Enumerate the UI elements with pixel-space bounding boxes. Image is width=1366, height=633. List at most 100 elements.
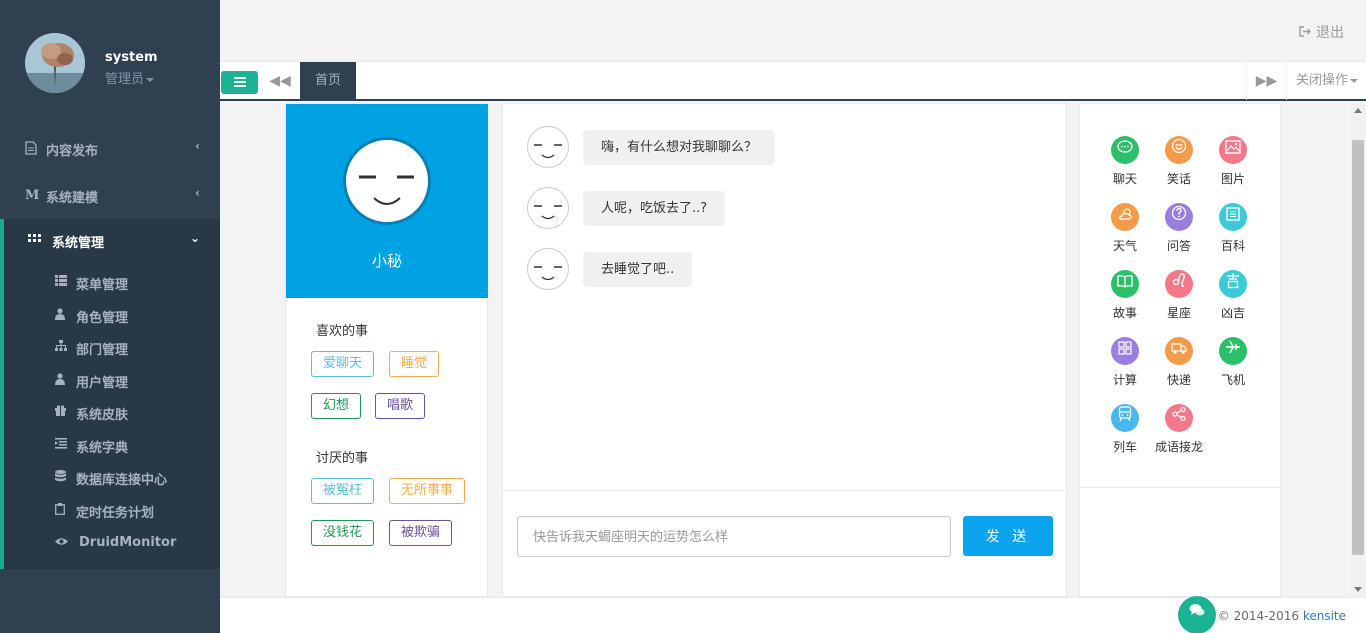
hamburger-icon [234, 77, 246, 79]
grid-icon [28, 233, 42, 249]
logout-button[interactable]: 退出 [1298, 22, 1344, 42]
chevron-left-icon: ‹ [195, 139, 200, 153]
dislike-tag[interactable]: 被欺骗 [389, 520, 453, 546]
footer-link[interactable]: kensite [1303, 609, 1346, 623]
skill-fortune[interactable]: 凶吉 [1206, 270, 1260, 330]
submenu-item-role-management[interactable]: 角色管理 [4, 299, 220, 331]
menu-toggle-button[interactable] [221, 71, 258, 94]
skill-express[interactable]: 快递 [1152, 337, 1206, 397]
train-icon [1111, 404, 1139, 432]
submenu-item-druid-monitor[interactable]: DruidMonitor [4, 527, 220, 559]
sidebar-item-label: 系统建模 [46, 191, 99, 206]
scroll-up-arrow-icon[interactable] [1354, 108, 1362, 113]
skill-constellation[interactable]: 星座 [1152, 270, 1206, 330]
chat-input[interactable] [517, 516, 951, 557]
skill-qa[interactable]: 问答 [1152, 203, 1206, 263]
chevron-down-icon: ⌄ [189, 231, 200, 245]
submenu-item-user-management[interactable]: 用户管理 [4, 364, 220, 396]
send-button[interactable]: 发 送 [963, 516, 1053, 556]
like-tag[interactable]: 睡觉 [389, 351, 440, 377]
like-tag[interactable]: 爱聊天 [311, 351, 375, 377]
skill-calculate[interactable]: 计算 [1098, 337, 1152, 397]
chat-message-bubble: 嗨，有什么想对我聊聊么？ [583, 130, 776, 165]
robot-header: 小秘 [286, 104, 488, 298]
chat-bubble-icon [1111, 136, 1139, 164]
sidebar-item-content-publish[interactable]: 内容发布 ‹ [0, 127, 220, 171]
robot-face-icon [343, 137, 431, 225]
robot-avatar [527, 126, 569, 168]
footer: © 2014-2016 kensite [220, 596, 1366, 633]
skill-label: 飞机 [1220, 373, 1245, 387]
airplane-icon [1219, 337, 1247, 365]
sidebar-item-system-modeling[interactable]: M 系统建模 ‹ [0, 174, 220, 218]
scroll-down-arrow-icon[interactable] [1354, 587, 1362, 592]
submenu-item-system-skin[interactable]: 系统皮肤 [4, 396, 220, 428]
user-icon [55, 308, 69, 322]
caret-down-icon [1350, 78, 1359, 83]
calculator-icon [1111, 337, 1139, 365]
submenu-item-label: 菜单管理 [76, 278, 129, 293]
list-icon [55, 275, 69, 289]
close-operations-dropdown[interactable]: 关闭操作 [1286, 62, 1366, 100]
skill-chat[interactable]: 聊天 [1098, 136, 1152, 196]
avatar[interactable] [25, 33, 85, 93]
skill-story[interactable]: 故事 [1098, 270, 1152, 330]
divider [1080, 487, 1280, 488]
profile-role-dropdown[interactable]: 管理员 [105, 68, 155, 87]
skill-picture[interactable]: 图片 [1206, 136, 1260, 196]
skill-flight[interactable]: 飞机 [1206, 337, 1260, 397]
dislike-tag[interactable]: 没钱花 [311, 520, 375, 546]
skill-label: 图片 [1220, 172, 1245, 186]
sidebar-item-system-management[interactable]: 系统管理 ⌄ [0, 219, 220, 263]
sitemap-icon [55, 340, 69, 354]
tab-scroll-left-button[interactable]: ◀◀ [260, 62, 300, 100]
likes-title: 喜欢的事 [316, 324, 369, 339]
page-scrollbar[interactable] [1350, 103, 1366, 597]
submenu-item-system-dictionary[interactable]: 系统字典 [4, 429, 220, 461]
submenu-item-menu-management[interactable]: 菜单管理 [4, 266, 220, 298]
close-operations-label: 关闭操作 [1296, 73, 1349, 88]
truck-icon [1165, 337, 1193, 365]
sidebar-item-label: 内容发布 [46, 144, 99, 159]
submenu-item-scheduled-tasks[interactable]: 定时任务计划 [4, 494, 220, 526]
chat-panel: 嗨，有什么想对我聊聊么？ 人呢，吃饭去了..? 去睡觉了吧.. 发 送 [502, 103, 1067, 597]
book-list-icon [1219, 203, 1247, 231]
like-tag[interactable]: 唱歌 [375, 393, 426, 419]
eye-icon [55, 536, 69, 550]
submenu-item-department-management[interactable]: 部门管理 [4, 331, 220, 363]
sidebar: system 管理员 内容发布 ‹ M 系统建模 ‹ 系统管理 ⌄ 菜单管理 角… [0, 0, 220, 633]
profile-block: system 管理员 [0, 0, 220, 125]
skill-label: 百科 [1220, 239, 1245, 253]
clipboard-icon [55, 503, 69, 517]
submenu-item-database-center[interactable]: 数据库连接中心 [4, 461, 220, 493]
top-navbar: 退出 [220, 0, 1366, 61]
skill-train[interactable]: 列车 [1098, 404, 1152, 464]
m-icon: M [25, 188, 40, 203]
like-tag[interactable]: 幻想 [311, 393, 362, 419]
dislike-tag[interactable]: 被冤枉 [311, 478, 375, 504]
chat-float-button[interactable] [1178, 596, 1216, 633]
question-icon [1165, 203, 1193, 231]
skills-panel: 聊天 笑话 图片 天气 问答 百科 故事 星座 凶吉 计算 快递 飞机 列车 成… [1079, 103, 1281, 597]
double-right-icon: ▶▶ [1255, 73, 1278, 89]
skill-weather[interactable]: 天气 [1098, 203, 1152, 263]
skill-joke[interactable]: 笑话 [1152, 136, 1206, 196]
tab-home[interactable]: 首页 [300, 62, 356, 100]
dislikes-title: 讨厌的事 [316, 451, 369, 466]
smile-icon [1165, 136, 1193, 164]
picture-icon [1219, 136, 1247, 164]
dislike-tag[interactable]: 无所事事 [389, 478, 466, 504]
skill-idiom-chain[interactable]: 成语接龙 [1152, 404, 1206, 464]
submenu-item-label: 用户管理 [76, 376, 129, 391]
chat-message-bubble: 人呢，吃饭去了..? [583, 191, 726, 226]
caret-down-icon [146, 77, 155, 82]
file-icon [25, 141, 39, 157]
tab-scroll-right-button[interactable]: ▶▶ [1246, 62, 1286, 100]
user-icon [55, 373, 69, 387]
skill-encyclopedia[interactable]: 百科 [1206, 203, 1260, 263]
profile-role-label: 管理员 [105, 72, 145, 87]
submenu-item-label: 角色管理 [76, 311, 129, 326]
robot-profile-panel: 小秘 喜欢的事 爱聊天 睡觉 幻想 唱歌 讨厌的事 被冤枉 无所事事 没钱花 被… [285, 103, 488, 597]
fortune-icon [1219, 270, 1247, 298]
scroll-thumb[interactable] [1352, 140, 1364, 555]
